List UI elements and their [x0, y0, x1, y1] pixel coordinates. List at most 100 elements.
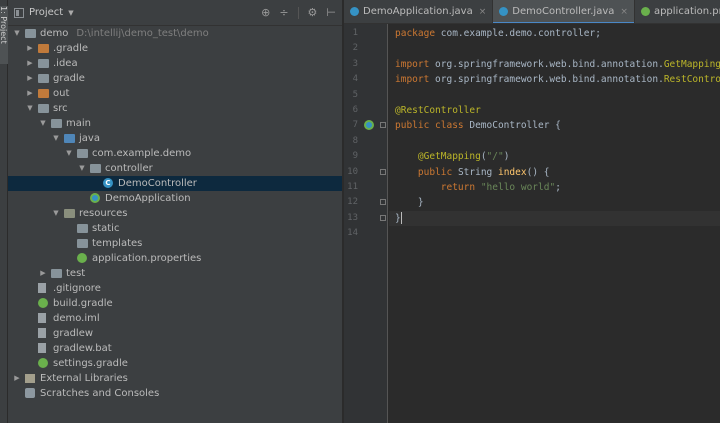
- tree-item-text: demo: [40, 28, 69, 39]
- tree-item-label: controller: [105, 161, 153, 176]
- fold-marker-icon[interactable]: [380, 168, 386, 175]
- chevron-down-icon[interactable]: ▼: [77, 161, 87, 176]
- code-line[interactable]: return "hello world";: [395, 180, 561, 195]
- tree-item[interactable]: ▼ resources: [8, 206, 342, 221]
- tree-item-text: resources: [79, 208, 128, 219]
- tool-window-strip: 1: Project: [0, 0, 9, 423]
- spring-bean-icon[interactable]: [364, 120, 374, 131]
- tree-item[interactable]: ▶ .idea: [8, 56, 342, 71]
- tree-item[interactable]: ▶ .gradle: [8, 41, 342, 56]
- tree-item[interactable]: Scratches and Consoles: [8, 386, 342, 401]
- tree-item[interactable]: templates: [8, 236, 342, 251]
- fold-marker-icon[interactable]: [380, 214, 386, 221]
- tree-item[interactable]: demo.iml: [8, 311, 342, 326]
- gear-icon[interactable]: ⚙: [308, 6, 318, 19]
- editor-tab[interactable]: DemoController.java ×: [493, 0, 635, 23]
- tree-item-label: .idea: [53, 56, 78, 71]
- tree-item-label: gradlew: [53, 326, 93, 341]
- spring-icon: [77, 253, 87, 263]
- close-icon[interactable]: ×: [479, 7, 487, 17]
- editor-tab[interactable]: application.properties×: [635, 0, 720, 23]
- chevron-down-icon[interactable]: ▼: [51, 131, 61, 146]
- locate-icon[interactable]: ⊕: [261, 6, 270, 19]
- folder-icon: [77, 224, 88, 233]
- chevron-right-icon[interactable]: ▶: [25, 56, 35, 71]
- project-panel-title[interactable]: Project: [29, 7, 63, 18]
- line-number: 2: [352, 43, 358, 54]
- chevron-down-icon[interactable]: ▼: [64, 146, 74, 161]
- fold-marker-icon[interactable]: [380, 122, 386, 129]
- tree-item[interactable]: gradlew.bat: [8, 341, 342, 356]
- tree-item[interactable]: ▼ com.example.demo: [8, 146, 342, 161]
- tree-item-label: java: [79, 131, 100, 146]
- project-path-hint: D:\intellij\demo_test\demo: [76, 28, 209, 39]
- code-line[interactable]: @GetMapping("/"): [395, 149, 510, 164]
- code-line[interactable]: public String index() {: [395, 165, 550, 180]
- close-icon[interactable]: ×: [620, 7, 628, 17]
- project-panel-header: Project ▼ ⊕ ÷ ⚙ ⊢: [8, 0, 342, 26]
- folder-icon: [25, 29, 36, 38]
- tree-item-label: out: [53, 86, 69, 101]
- tree-item[interactable]: ▼ src: [8, 101, 342, 116]
- class-icon: [499, 7, 509, 16]
- tree-item[interactable]: ▶ out: [8, 86, 342, 101]
- spring-icon: [640, 7, 650, 16]
- code-line[interactable]: import org.springframework.web.bind.anno…: [395, 72, 720, 87]
- code-line[interactable]: }: [395, 211, 402, 226]
- line-number: 5: [352, 89, 358, 100]
- tree-item[interactable]: C DemoController: [8, 176, 342, 191]
- tree-item[interactable]: build.gradle: [8, 296, 342, 311]
- code-line[interactable]: package com.example.demo.controller;: [395, 26, 601, 41]
- hide-icon[interactable]: ⊢: [326, 6, 336, 19]
- code-line[interactable]: @RestController: [395, 103, 481, 118]
- editor-tab[interactable]: DemoApplication.java ×: [344, 0, 494, 23]
- tree-item[interactable]: static: [8, 221, 342, 236]
- tree-item[interactable]: ▶ External Libraries: [8, 371, 342, 386]
- code-line[interactable]: public class DemoController {: [395, 118, 561, 133]
- tree-item-label: DemoApplication: [105, 191, 191, 206]
- fold-marker-icon[interactable]: [380, 199, 386, 206]
- current-line-highlight: [389, 210, 720, 226]
- chevron-down-icon[interactable]: ▼: [51, 206, 61, 221]
- chevron-down-icon[interactable]: ▼: [68, 9, 73, 17]
- tree-item[interactable]: ▼ java: [8, 131, 342, 146]
- tree-item[interactable]: settings.gradle: [8, 356, 342, 371]
- line-number: 10: [347, 166, 358, 177]
- tree-item[interactable]: ▶ test: [8, 266, 342, 281]
- tree-item-label: gradle: [53, 71, 85, 86]
- tree-item[interactable]: ▼ controller: [8, 161, 342, 176]
- tree-item[interactable]: .gitignore: [8, 281, 342, 296]
- code-line[interactable]: import org.springframework.web.bind.anno…: [395, 57, 720, 72]
- chevron-right-icon[interactable]: ▶: [25, 71, 35, 86]
- project-tree: ▼ demo D:\intellij\demo_test\demo ▶ .gradle ▶…: [8, 26, 342, 401]
- tree-item-label: resources: [79, 206, 127, 221]
- tree-item-text: demo.iml: [53, 313, 100, 324]
- tree-item-label: .gradle: [53, 41, 88, 56]
- tree-item[interactable]: ▼ main: [8, 116, 342, 131]
- tree-item-label: test: [66, 266, 85, 281]
- tree-item[interactable]: application.properties: [8, 251, 342, 266]
- tree-item-text: Scratches and Consoles: [40, 388, 160, 399]
- collapse-icon[interactable]: ÷: [279, 6, 288, 19]
- tree-item-text: gradlew.bat: [53, 343, 112, 354]
- editor-tabs: DemoApplication.java × DemoController.java…: [344, 0, 720, 24]
- chevron-right-icon[interactable]: ▶: [25, 86, 35, 101]
- tree-item[interactable]: DemoApplication: [8, 191, 342, 206]
- chevron-right-icon[interactable]: ▶: [38, 266, 48, 281]
- chevron-right-icon[interactable]: ▶: [25, 41, 35, 56]
- chevron-down-icon[interactable]: ▼: [38, 116, 48, 131]
- tree-item-text: main: [66, 118, 91, 129]
- code-area[interactable]: package com.example.demo.controller; impo…: [389, 24, 720, 423]
- line-number: 8: [352, 135, 358, 146]
- chevron-right-icon[interactable]: ▶: [12, 371, 22, 386]
- tree-item[interactable]: ▼ demo D:\intellij\demo_test\demo: [8, 26, 342, 41]
- chevron-down-icon[interactable]: ▼: [12, 26, 22, 41]
- folder-blue-icon: [64, 134, 75, 143]
- line-number: 6: [352, 105, 358, 115]
- chevron-down-icon[interactable]: ▼: [25, 101, 35, 116]
- code-line[interactable]: }: [395, 195, 424, 210]
- tree-item[interactable]: gradlew: [8, 326, 342, 341]
- tree-item[interactable]: ▶ gradle: [8, 71, 342, 86]
- tree-item-text: controller: [105, 163, 153, 174]
- text-cursor: [400, 212, 402, 225]
